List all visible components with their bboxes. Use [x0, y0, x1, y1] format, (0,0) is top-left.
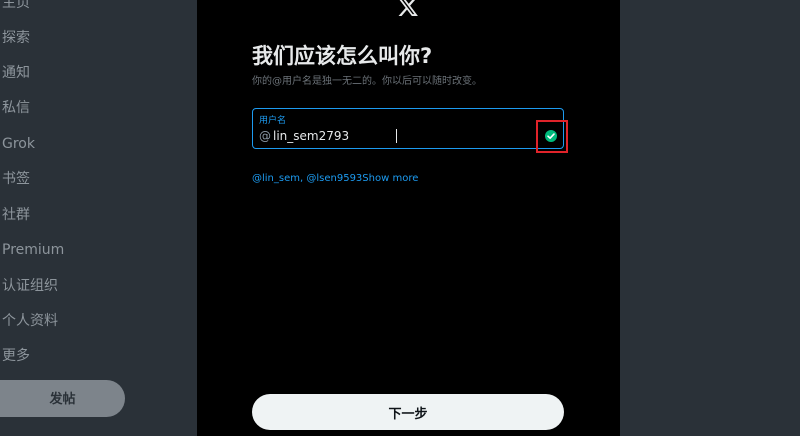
- sidebar-item-grok[interactable]: Grok: [2, 132, 35, 156]
- sidebar-item-communities[interactable]: 社群: [2, 203, 30, 227]
- next-button[interactable]: 下一步: [252, 394, 564, 430]
- username-suggestions: @lin_sem, @lsen9593Show more: [252, 173, 418, 184]
- sidebar-item-bookmarks[interactable]: 书签: [2, 167, 30, 191]
- post-button[interactable]: 发帖: [0, 380, 125, 417]
- valid-check-icon: [545, 130, 557, 142]
- sidebar-item-notifications[interactable]: 通知: [2, 61, 30, 85]
- suggestion-link[interactable]: @lin_sem: [252, 173, 300, 184]
- page-subtitle: 你的@用户名是独一无二的。你以后可以随时改变。: [252, 76, 482, 87]
- text-cursor: [396, 129, 397, 143]
- sidebar-item-more[interactable]: 更多: [2, 344, 30, 368]
- show-more-link[interactable]: Show more: [362, 173, 418, 184]
- right-backdrop: [620, 0, 800, 436]
- username-input[interactable]: [273, 127, 533, 145]
- page-title: 我们应该怎么叫你?: [252, 44, 433, 68]
- sidebar-item-home[interactable]: 主页: [2, 0, 30, 15]
- sidebar: 主页 探索 通知 私信 Grok 书签 社群 Premium 认证组织 个人资料…: [0, 0, 197, 436]
- username-field-label: 用户名: [259, 116, 287, 126]
- sidebar-item-explore[interactable]: 探索: [2, 26, 30, 50]
- sidebar-item-messages[interactable]: 私信: [2, 96, 30, 120]
- at-prefix: @: [259, 129, 271, 143]
- signup-modal: 我们应该怎么叫你? 你的@用户名是独一无二的。你以后可以随时改变。 用户名 @ …: [197, 0, 620, 436]
- sidebar-item-premium[interactable]: Premium: [2, 238, 64, 262]
- sidebar-item-verified-orgs[interactable]: 认证组织: [2, 274, 58, 298]
- suggestion-link[interactable]: @lsen9593: [306, 173, 362, 184]
- x-logo-icon: [398, 0, 418, 16]
- username-field[interactable]: 用户名 @: [252, 108, 564, 149]
- sidebar-item-profile[interactable]: 个人资料: [2, 309, 58, 333]
